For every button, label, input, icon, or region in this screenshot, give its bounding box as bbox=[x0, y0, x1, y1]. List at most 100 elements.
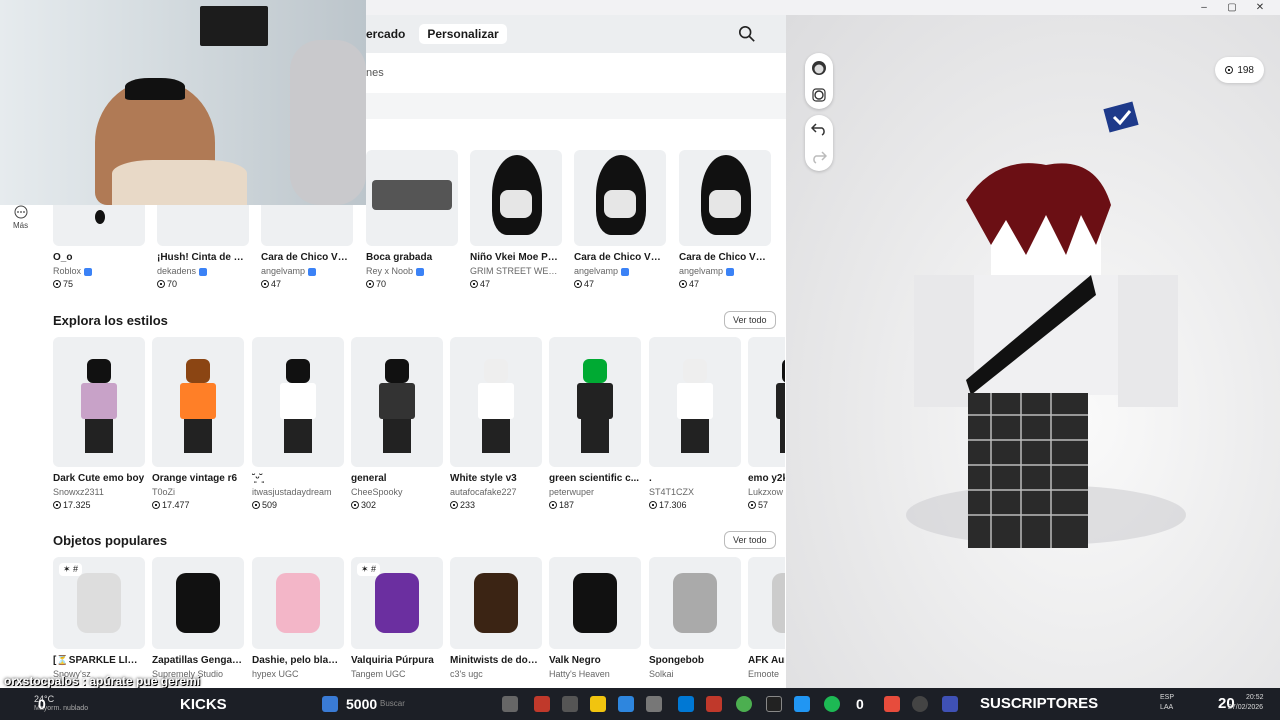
popular-item-name[interactable]: [⏳SPARKLE LIMIT... bbox=[53, 655, 145, 666]
style-card[interactable]: green scientific c... peterwuper 187 bbox=[549, 337, 641, 510]
item-name[interactable]: Cara de Chico Vkei ... bbox=[261, 252, 353, 263]
lang-top[interactable]: ESP bbox=[1160, 694, 1174, 701]
style-thumbnail[interactable] bbox=[252, 337, 344, 467]
spotify-icon[interactable] bbox=[824, 696, 840, 712]
item-creator[interactable]: angelvamp bbox=[574, 266, 666, 276]
see-all-popular-button[interactable]: Ver todo bbox=[724, 531, 776, 549]
popular-item-card[interactable]: ✶ # Valquiria Púrpura Tangem UGC bbox=[351, 557, 443, 679]
app-icon-gray[interactable] bbox=[646, 696, 662, 712]
app-icon-dark[interactable] bbox=[562, 696, 578, 712]
popular-item-card[interactable]: ✶ # [⏳SPARKLE LIMIT... Snowy'sz bbox=[53, 557, 145, 679]
popular-item-name[interactable]: Valk Negro bbox=[549, 655, 641, 666]
style-thumbnail[interactable] bbox=[351, 337, 443, 467]
style-name[interactable]: Orange vintage r6 bbox=[152, 473, 244, 484]
style-creator[interactable]: Lukzxow bbox=[748, 487, 785, 497]
robux-balance[interactable]: 198 bbox=[1215, 57, 1264, 83]
search-icon[interactable] bbox=[738, 25, 756, 43]
popular-item-thumbnail[interactable] bbox=[252, 557, 344, 649]
item-name[interactable]: ¡Hush! Cinta de con... bbox=[157, 252, 249, 263]
see-all-styles-button[interactable]: Ver todo bbox=[724, 311, 776, 329]
style-name[interactable]: White style v3 bbox=[450, 473, 542, 484]
popular-item-card[interactable]: Zapatillas Gengar ... Supremely Studio bbox=[152, 557, 244, 679]
item-card[interactable]: Cara de Chico Vkei ... angelvamp 47 bbox=[679, 150, 771, 289]
minimize-button[interactable]: – bbox=[1190, 0, 1218, 15]
popular-item-creator[interactable]: hypex UGC bbox=[252, 669, 344, 679]
popular-item-creator[interactable]: Tangem UGC bbox=[351, 669, 443, 679]
popular-item-card[interactable]: AFK Aura Emoote bbox=[748, 557, 785, 679]
style-card[interactable]: Orange vintage r6 T0oZi 17.477 bbox=[152, 337, 244, 510]
close-button[interactable]: ✕ bbox=[1246, 0, 1274, 15]
popular-item-name[interactable]: Dashie, pelo blanc... bbox=[252, 655, 344, 666]
item-card[interactable]: Cara de Chico Vkei ... angelvamp 47 bbox=[574, 150, 666, 289]
style-name[interactable]: green scientific c... bbox=[549, 473, 641, 484]
popular-item-card[interactable]: Dashie, pelo blanc... hypex UGC bbox=[252, 557, 344, 679]
tab-marketplace[interactable]: ercado bbox=[366, 24, 413, 44]
settings-icon[interactable] bbox=[810, 86, 828, 104]
style-creator[interactable]: peterwuper bbox=[549, 487, 641, 497]
item-name[interactable]: O_o bbox=[53, 252, 145, 263]
avatar-preview-panel[interactable]: 198 bbox=[786, 15, 1280, 688]
item-creator[interactable]: angelvamp bbox=[679, 266, 771, 276]
item-thumbnail[interactable] bbox=[470, 150, 562, 246]
item-creator[interactable]: GRIM STREET WEAR... bbox=[470, 266, 562, 276]
style-name[interactable]: Dark Cute emo boy bbox=[53, 473, 145, 484]
style-thumbnail[interactable] bbox=[549, 337, 641, 467]
item-creator[interactable]: dekadens bbox=[157, 266, 249, 276]
maximize-button[interactable]: ▢ bbox=[1218, 0, 1246, 15]
popular-item-creator[interactable]: Solkai bbox=[649, 669, 741, 679]
popular-item-name[interactable]: Valquiria Púrpura bbox=[351, 655, 443, 666]
popular-item-card[interactable]: Minitwists de dos ... c3's ugc bbox=[450, 557, 542, 679]
style-card[interactable]: White style v3 autafocafake227 233 bbox=[450, 337, 542, 510]
obs-icon[interactable] bbox=[912, 696, 928, 712]
popular-item-name[interactable]: Spongebob bbox=[649, 655, 741, 666]
style-thumbnail[interactable] bbox=[450, 337, 542, 467]
popular-item-name[interactable]: Minitwists de dos ... bbox=[450, 655, 542, 666]
app-icon-red[interactable] bbox=[534, 696, 550, 712]
style-thumbnail[interactable] bbox=[649, 337, 741, 467]
roblox-app-icon[interactable] bbox=[942, 696, 958, 712]
file-explorer-icon[interactable] bbox=[590, 696, 606, 712]
style-creator[interactable]: T0oZi bbox=[152, 487, 244, 497]
popular-item-thumbnail[interactable] bbox=[748, 557, 785, 649]
style-card[interactable]: emo y2k Lukzxow 57 bbox=[748, 337, 785, 510]
style-card[interactable]: general CheeSpooky 302 bbox=[351, 337, 443, 510]
style-name[interactable]: general bbox=[351, 473, 443, 484]
app-icon-blue[interactable] bbox=[794, 696, 810, 712]
popular-item-card[interactable]: Valk Negro Hatty's Heaven bbox=[549, 557, 641, 679]
popular-item-thumbnail[interactable] bbox=[152, 557, 244, 649]
popular-item-thumbnail[interactable] bbox=[450, 557, 542, 649]
item-creator[interactable]: angelvamp bbox=[261, 266, 353, 276]
item-name[interactable]: Niño Vkei Moe Pelo bbox=[470, 252, 562, 263]
item-thumbnail[interactable] bbox=[679, 150, 771, 246]
app-icon-notify[interactable] bbox=[884, 696, 900, 712]
youtube-icon[interactable] bbox=[706, 696, 722, 712]
style-creator[interactable]: itwasjustadaydream bbox=[252, 487, 344, 497]
task-view-icon[interactable] bbox=[502, 696, 518, 712]
popular-item-thumbnail[interactable]: ✶ # bbox=[53, 557, 145, 649]
popular-item-card[interactable]: Spongebob Solkai bbox=[649, 557, 741, 679]
edge-icon[interactable] bbox=[618, 696, 634, 712]
style-name[interactable]: emo y2k bbox=[748, 473, 785, 484]
item-creator[interactable]: Roblox bbox=[53, 266, 145, 276]
style-thumbnail[interactable] bbox=[748, 337, 785, 467]
clock-time[interactable]: 20:52 bbox=[1246, 694, 1264, 701]
tab-customize[interactable]: Personalizar bbox=[419, 24, 507, 44]
popular-item-creator[interactable]: Hatty's Heaven bbox=[549, 669, 641, 679]
avatar-head-icon[interactable] bbox=[809, 58, 829, 78]
sub-nav-label[interactable]: nes bbox=[366, 67, 384, 79]
style-creator[interactable]: Snowxz2311 bbox=[53, 487, 145, 497]
item-thumbnail[interactable] bbox=[574, 150, 666, 246]
style-creator[interactable]: autafocafake227 bbox=[450, 487, 542, 497]
popular-item-creator[interactable]: Emoote bbox=[748, 669, 785, 679]
epic-games-icon[interactable] bbox=[766, 696, 782, 712]
popular-item-thumbnail[interactable] bbox=[549, 557, 641, 649]
item-name[interactable]: Boca grabada bbox=[366, 252, 458, 263]
sidebar-item-more[interactable]: Más bbox=[0, 205, 44, 235]
popular-item-thumbnail[interactable]: ✶ # bbox=[351, 557, 443, 649]
item-name[interactable]: Cara de Chico Vkei ... bbox=[574, 252, 666, 263]
item-name[interactable]: Cara de Chico Vkei ... bbox=[679, 252, 771, 263]
item-thumbnail[interactable] bbox=[366, 150, 458, 246]
taskbar-search[interactable]: Buscar bbox=[380, 699, 405, 708]
style-card[interactable]: Dark Cute emo boy Snowxz2311 17.325 bbox=[53, 337, 145, 510]
mail-icon[interactable] bbox=[678, 696, 694, 712]
